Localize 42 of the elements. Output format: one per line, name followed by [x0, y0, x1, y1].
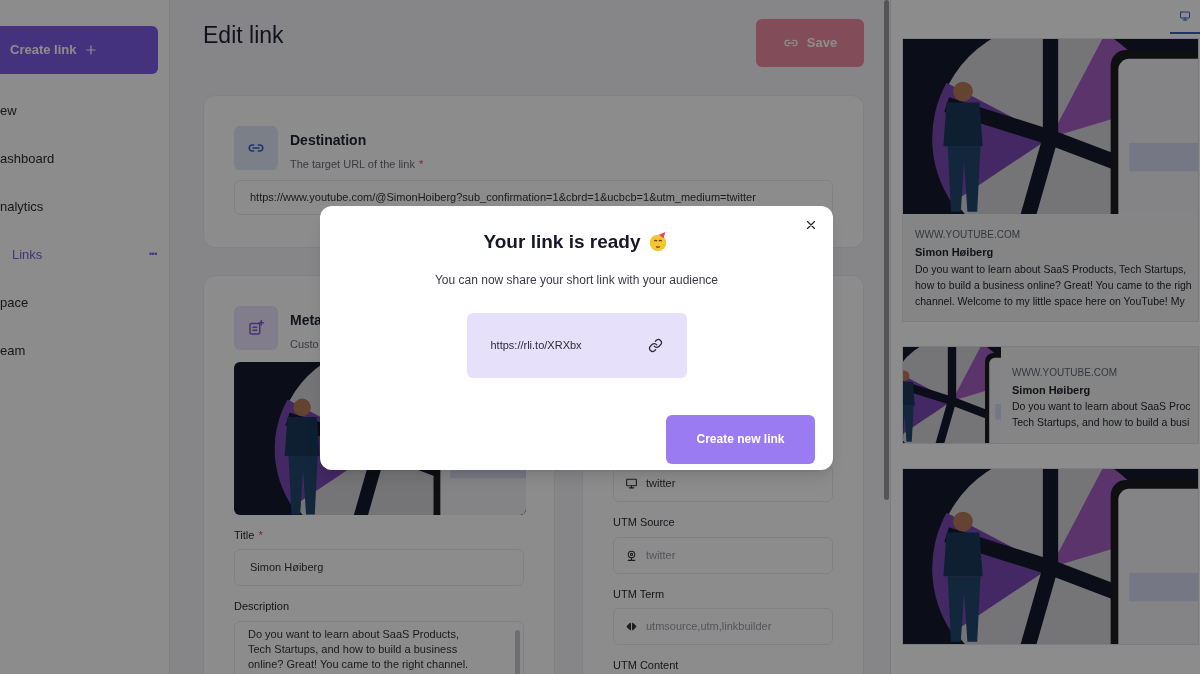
monitor-icon	[1179, 10, 1191, 22]
page-title: Edit link	[203, 21, 284, 50]
title-field[interactable]: Simon Høiberg	[234, 549, 524, 586]
plus-icon	[84, 43, 99, 57]
field-label: UTM Source	[613, 515, 676, 530]
monitor-icon	[625, 477, 638, 490]
field-label: Title *	[234, 527, 264, 543]
modal-title: Your link is ready	[483, 230, 641, 254]
preview-description: how to build a business online? Great! You came to the righ	[915, 277, 1193, 293]
scrollbar[interactable]	[884, 0, 889, 500]
modal-subtitle: You can now share your short link with your audience	[434, 271, 719, 289]
sidebar-item[interactable]: nalytics	[0, 183, 169, 231]
preview-description: Do you want to learn about SaaS Products, Tech Startups,	[915, 261, 1188, 277]
more-icon[interactable]: •••	[148, 248, 157, 262]
sidebar-item[interactable]: eam	[0, 327, 169, 375]
section-subtitle: Custo	[290, 337, 320, 352]
copy-link-icon[interactable]	[647, 337, 663, 353]
preview-title: Simon Høiberg	[915, 245, 995, 260]
preview-description: Do you want to learn about SaaS Proc	[1012, 399, 1191, 414]
sidebar-item[interactable]: pace	[0, 279, 169, 327]
preview-description: channel. Welcome to my little space here on YouTube! My	[915, 293, 1186, 309]
section-title: Destination	[290, 131, 368, 150]
preview-title: Simon Høiberg	[1012, 382, 1092, 398]
field-label: UTM Content	[613, 658, 680, 673]
section-glyph-icon	[247, 319, 265, 337]
webcam-icon	[625, 548, 638, 562]
code-icon	[625, 620, 638, 633]
preview-description: Tech Startups, and how to build a busi	[1012, 415, 1191, 430]
create-new-link-button[interactable]: Create new link	[666, 414, 815, 464]
preview-domain: WWW.YOUTUBE.COM	[1012, 365, 1118, 380]
section-subtitle: The target URL of the link *	[290, 157, 424, 172]
sidebar-item[interactable]: Links •••	[0, 231, 169, 279]
field-label: UTM Term	[613, 586, 666, 602]
scrollbar[interactable]	[515, 629, 520, 674]
preview-domain: WWW.YOUTUBE.COM	[915, 228, 1021, 242]
sidebar-item[interactable]: ew	[0, 87, 169, 135]
close-icon[interactable]	[804, 218, 818, 232]
create-link-button[interactable]: Create link	[0, 26, 158, 74]
description-field[interactable]: Do you want to learn about SaaS Products, Tech Startups, and how to build a business online? Great! You came to the right channel.	[234, 620, 524, 674]
sidebar-item[interactable]: ashboard	[0, 135, 169, 183]
short-link-box[interactable]: https://rli.to/XRXbx	[466, 312, 687, 378]
field-label: Description	[234, 599, 291, 614]
